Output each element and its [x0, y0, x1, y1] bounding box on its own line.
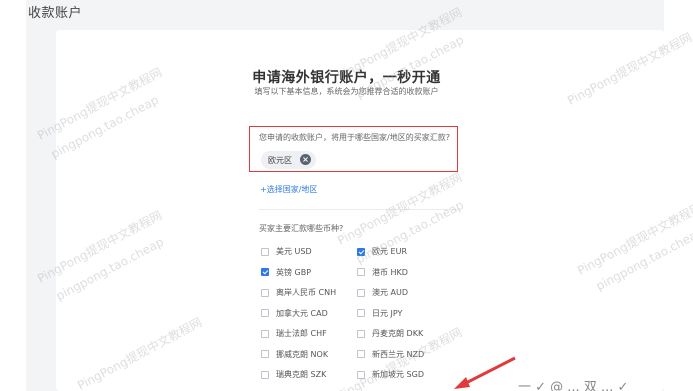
currency-option[interactable]: 欧元 EUR [357, 246, 407, 257]
annotation-arrow [454, 356, 516, 389]
currency-option[interactable]: 离岸人民币 CNH [261, 287, 336, 298]
currency-checkbox[interactable] [261, 329, 269, 338]
currency-checkbox[interactable] [261, 268, 269, 276]
currency-label: 挪威克朗 NOK [276, 349, 329, 359]
currency-checkbox[interactable] [261, 370, 269, 379]
currency-label: 英镑 GBP [276, 267, 312, 277]
close-icon[interactable]: × [300, 154, 311, 165]
currency-option[interactable]: 港币 HKD [357, 267, 408, 278]
currency-checkbox[interactable] [261, 309, 269, 317]
currency-option[interactable]: 美元 USD [261, 246, 312, 257]
currency-checkbox[interactable] [357, 288, 365, 297]
currency-checkbox[interactable] [357, 247, 365, 256]
currency-label: 澳元 AUD [372, 288, 409, 297]
form-subheading: 填写以下基本信息，系统会为您推荐合适的收款账户 [254, 87, 439, 96]
currency-checkbox[interactable] [357, 370, 365, 379]
currency-option[interactable]: 新加坡元 SGD [357, 369, 424, 380]
currency-checkbox[interactable] [261, 350, 269, 358]
currency-label: 港币 HKD [372, 267, 408, 277]
currency-option[interactable]: 瑞典克朗 SZK [261, 369, 326, 380]
currency-option[interactable]: 挪威克朗 NOK [261, 349, 328, 360]
form-heading: 申请海外银行账户，一秒开通 [252, 70, 441, 86]
currency-label: 瑞士法郎 CHF [276, 329, 327, 338]
currency-label: 新加坡元 SGD [372, 370, 424, 379]
annotation-text: 一 ✓ @ ... 双 ... ✓ [518, 380, 629, 391]
currency-checkbox[interactable] [357, 329, 365, 338]
currency-label: 新西兰元 NZD [372, 349, 425, 359]
currency-checkbox[interactable] [261, 247, 269, 256]
currency-label: 日元 JPY [372, 308, 403, 318]
currency-label: 瑞典克朗 SZK [276, 370, 327, 379]
region-question: 您申请的收款账户，将用于哪些国家/地区的买家汇款? [259, 133, 450, 142]
currency-checkbox[interactable] [357, 350, 365, 358]
page-title: 收款账户 [28, 6, 83, 21]
currency-question: 买家主要汇款哪些币种? [259, 224, 344, 233]
currency-option[interactable]: 瑞士法郎 CHF [261, 328, 327, 339]
currency-option[interactable]: 英镑 GBP [261, 267, 311, 278]
divider [259, 209, 459, 210]
add-region-link[interactable]: +选择国家/地区 [260, 184, 317, 195]
currency-label: 美元 USD [276, 247, 312, 256]
currency-checkbox[interactable] [357, 268, 365, 276]
currency-option[interactable]: 新西兰元 NZD [357, 349, 424, 360]
currency-label: 欧元 EUR [372, 247, 408, 256]
region-tag-label: 欧元区 [268, 155, 292, 165]
currency-label: 离岸人民币 CNH [276, 288, 337, 297]
currency-label: 丹麦克朗 DKK [372, 329, 424, 338]
currency-option[interactable]: 加拿大元 CAD [261, 308, 328, 319]
currency-checkbox[interactable] [261, 288, 269, 297]
currency-option[interactable]: 日元 JPY [357, 308, 402, 319]
currency-checkbox[interactable] [357, 309, 365, 317]
currency-label: 加拿大元 CAD [276, 308, 328, 318]
currency-option[interactable]: 澳元 AUD [357, 287, 408, 298]
currency-option[interactable]: 丹麦克朗 DKK [357, 328, 423, 339]
